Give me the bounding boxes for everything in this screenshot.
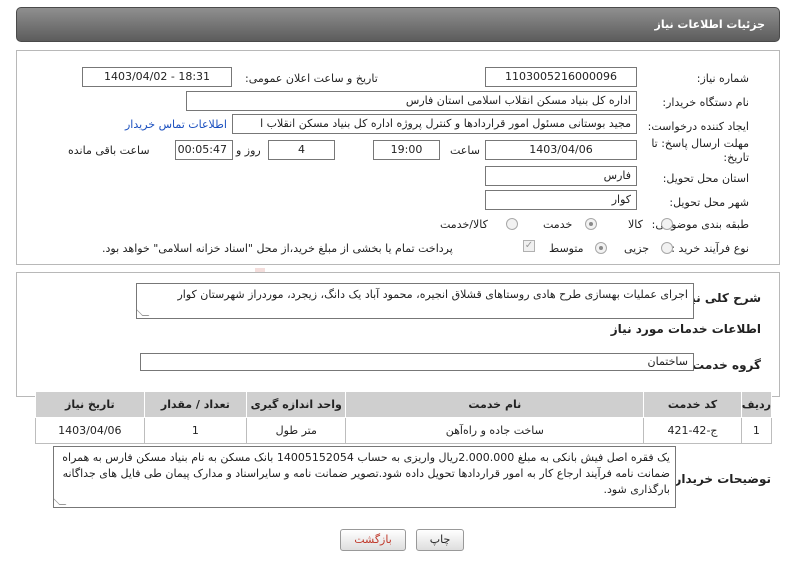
col-need-date: تاریخ نیاز	[35, 391, 145, 418]
cell-need-date: 1403/04/06	[35, 417, 145, 444]
deadline-date-field: 1403/04/06	[485, 140, 637, 160]
need-number-field: 1103005216000096	[485, 67, 637, 87]
buyer-notes-content: یک فقره اصل فیش بانکی به مبلغ 2.000.000ر…	[62, 451, 670, 496]
page-header: جزئیات اطلاعات نیاز	[16, 7, 780, 42]
resize-grip-icon[interactable]	[137, 309, 150, 316]
process-minor-radio[interactable]	[661, 242, 673, 254]
treasury-payment-note: پرداخت تمام یا بخشی از مبلغ خرید،از محل …	[102, 242, 453, 255]
cell-service-name: ساخت جاده و راه‌آهن	[345, 417, 645, 444]
service-group-label: گروه خدمت:	[687, 358, 761, 372]
buyer-org-label: نام دستگاه خریدار:	[662, 96, 749, 109]
days-remaining-field: 4	[268, 140, 335, 160]
province-label: استان محل تحویل:	[662, 172, 749, 185]
buyer-notes-text: یک فقره اصل فیش بانکی به مبلغ 2.000.000ر…	[53, 446, 676, 508]
resize-grip-icon[interactable]	[54, 498, 67, 505]
col-quantity: تعداد / مقدار	[143, 391, 248, 418]
announce-date-label: تاریخ و ساعت اعلان عمومی:	[245, 72, 378, 85]
buyer-org-field: اداره کل بنیاد مسکن انقلاب اسلامی استان …	[186, 91, 637, 111]
time-remaining-label: ساعت باقی مانده	[68, 144, 150, 157]
need-number-label: شماره نیاز:	[696, 72, 749, 85]
category-service-label: خدمت	[543, 218, 573, 231]
cell-service-code: ج-42-421	[643, 417, 742, 444]
city-field: کوار	[485, 190, 637, 210]
process-medium-radio[interactable]	[595, 242, 607, 254]
cell-row: 1	[740, 417, 773, 444]
summary-text: اجرای عملیات بهسازی طرح هادی روستاهای قش…	[136, 283, 694, 319]
deadline-time-label: ساعت	[450, 144, 480, 157]
creator-field: مجید بوستانی مسئول امور قراردادها و کنتر…	[232, 114, 637, 134]
services-table: ردیف کد خدمت نام خدمت واحد اندازه گیری ت…	[35, 391, 773, 444]
page-title: جزئیات اطلاعات نیاز	[654, 18, 766, 31]
col-unit: واحد اندازه گیری	[246, 391, 347, 418]
summary-text-content: اجرای عملیات بهسازی طرح هادی روستاهای قش…	[177, 288, 689, 301]
days-label: روز و	[236, 144, 261, 157]
category-service-radio[interactable]	[585, 218, 597, 230]
cell-unit: متر طول	[246, 417, 347, 444]
category-goods-radio[interactable]	[661, 218, 673, 230]
process-label: نوع فرآیند خرید :	[671, 242, 749, 255]
process-minor-label: جزیی	[624, 242, 650, 255]
announce-date-field: 1403/04/02 - 18:31	[82, 67, 232, 87]
services-section-title: اطلاعات خدمات مورد نیاز	[610, 322, 761, 336]
print-button[interactable]: چاپ	[416, 529, 464, 551]
category-goods-service-radio[interactable]	[506, 218, 518, 230]
deadline-time-field: 19:00	[373, 140, 440, 160]
col-service-name: نام خدمت	[345, 391, 645, 418]
process-medium-label: متوسط	[549, 242, 584, 255]
col-row: ردیف	[740, 391, 773, 418]
deadline-label-line1: مهلت ارسال پاسخ: تا	[651, 137, 749, 150]
buyer-notes-label: توضیحات خریدار:	[669, 472, 771, 486]
category-goods-service-label: کالا/خدمت	[440, 218, 488, 231]
deadline-label-line2: تاریخ:	[723, 151, 749, 164]
col-service-code: کد خدمت	[643, 391, 742, 418]
service-group-field: ساختمان	[140, 353, 694, 371]
buyer-contact-link[interactable]: اطلاعات تماس خریدار	[125, 118, 227, 131]
back-button[interactable]: بازگشت	[340, 529, 406, 551]
cell-quantity: 1	[143, 417, 248, 444]
creator-label: ایجاد کننده درخواست:	[647, 120, 749, 133]
table-row: 1 ج-42-421 ساخت جاده و راه‌آهن متر طول 1…	[35, 417, 773, 444]
time-remaining-field: 00:05:47	[175, 140, 233, 160]
treasury-payment-checkbox[interactable]: ✓	[523, 240, 535, 252]
category-goods-label: کالا	[628, 218, 643, 231]
city-label: شهر محل تحویل:	[669, 196, 749, 209]
province-field: فارس	[485, 166, 637, 186]
services-table-header: ردیف کد خدمت نام خدمت واحد اندازه گیری ت…	[35, 391, 773, 418]
